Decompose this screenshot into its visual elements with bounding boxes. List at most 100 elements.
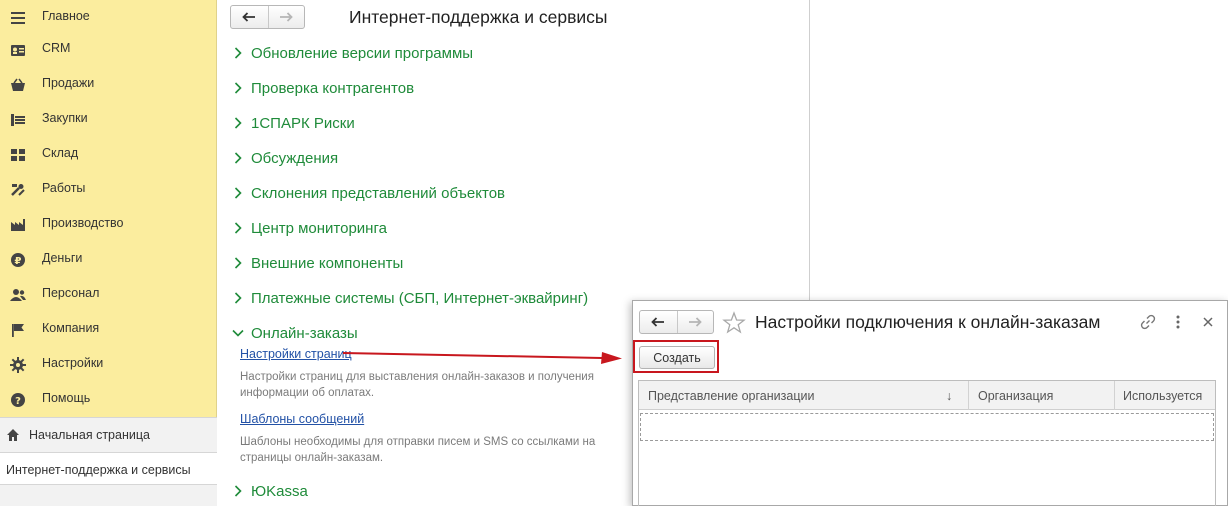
section-discussions[interactable]: Обсуждения <box>232 147 338 169</box>
section-label: Обновление версии программы <box>251 44 474 62</box>
message-templates-link[interactable]: Шаблоны сообщений <box>240 412 364 426</box>
arrow-right-icon <box>689 317 703 327</box>
sidebar-item-label: Производство <box>42 216 124 230</box>
sort-descending-icon[interactable]: ↓ <box>946 381 960 410</box>
cart-icon <box>9 111 27 129</box>
section-declensions[interactable]: Склонения представлений объектов <box>232 182 505 204</box>
section-label: Центр мониторинга <box>251 219 387 237</box>
home-page-link[interactable]: Начальная страница <box>0 418 217 451</box>
sidebar-item-purchases[interactable]: Закупки <box>0 102 217 137</box>
chevron-right-icon <box>232 256 244 270</box>
nav-buttons <box>230 5 305 29</box>
section-label: Обсуждения <box>251 149 339 167</box>
sidebar-item-main[interactable]: Главное <box>0 0 217 35</box>
sidebar-item-works[interactable]: Работы <box>0 172 217 207</box>
sidebar-item-label: Главное <box>42 9 90 23</box>
section-label: Платежные системы (СБП, Интернет-эквайри… <box>251 289 589 307</box>
column-header-organization[interactable]: Организация <box>978 381 1108 410</box>
sidebar-item-personnel[interactable]: Персонал <box>0 277 217 312</box>
table-header: Представление организации ↓ Организация … <box>639 381 1215 410</box>
favorite-star-icon[interactable] <box>722 311 746 335</box>
section-spark-risks[interactable]: 1СПАРК Риски <box>232 112 355 134</box>
back-button[interactable] <box>231 6 268 28</box>
message-templates-description: Шаблоны необходимы для отправки писем и … <box>240 436 596 464</box>
dialog-back-button[interactable] <box>640 311 677 333</box>
arrow-left-icon <box>242 12 256 22</box>
sidebar-item-label: Продажи <box>42 76 95 90</box>
svg-text:?: ? <box>15 396 21 407</box>
contact-card-icon <box>9 41 27 59</box>
sidebar-item-sales[interactable]: Продажи <box>0 67 217 102</box>
column-divider[interactable] <box>1114 381 1115 410</box>
tools-icon <box>9 181 27 199</box>
link-icon[interactable] <box>1138 312 1158 332</box>
sidebar-item-label: CRM <box>42 41 71 55</box>
sidebar-item-production[interactable]: Производство <box>0 207 217 242</box>
dialog-title: Настройки подключения к онлайн-заказам <box>755 312 1101 332</box>
section-label: Внешние компоненты <box>251 254 404 272</box>
gear-icon <box>9 356 27 374</box>
section-label: Онлайн-заказы <box>251 324 358 342</box>
section-external-components[interactable]: Внешние компоненты <box>232 252 403 274</box>
sidebar-item-crm[interactable]: CRM <box>0 32 217 67</box>
section-label: Проверка контрагентов <box>251 79 415 97</box>
create-button-highlight: Создать <box>633 340 719 373</box>
connection-settings-dialog: Настройки подключения к онлайн-заказам С… <box>632 300 1228 506</box>
sidebar-item-label: Склад <box>42 146 79 160</box>
chevron-right-icon <box>232 291 244 305</box>
warehouse-icon <box>9 146 27 164</box>
column-label: Используется <box>1123 388 1203 403</box>
sort-indicator: ↓ <box>946 388 953 403</box>
table-row[interactable] <box>640 413 1214 441</box>
people-icon <box>9 286 27 304</box>
chevron-right-icon <box>232 221 244 235</box>
sidebar-item-label: Настройки <box>42 356 104 370</box>
arrow-right-icon <box>280 12 294 22</box>
sidebar-item-warehouse[interactable]: Склад <box>0 137 217 172</box>
annotation-arrow <box>342 352 622 364</box>
help-icon: ? <box>9 391 27 409</box>
section-update[interactable]: Обновление версии программы <box>232 42 473 64</box>
ruble-icon: ₽ <box>9 251 27 269</box>
forward-button[interactable] <box>267 6 305 28</box>
column-header-org-presentation[interactable]: Представление организации <box>648 381 958 410</box>
open-window-label: Интернет-поддержка и сервисы <box>6 463 191 477</box>
open-window-tab[interactable]: Интернет-поддержка и сервисы <box>0 452 217 485</box>
section-payment-systems[interactable]: Платежные системы (СБП, Интернет-эквайри… <box>232 287 588 309</box>
svg-text:₽: ₽ <box>15 256 22 267</box>
sidebar-item-label: Деньги <box>42 251 83 265</box>
sidebar-windows-panel: Начальная страница Интернет-поддержка и … <box>0 417 217 506</box>
basket-icon <box>9 76 27 94</box>
menu-icon <box>9 9 27 27</box>
chevron-right-icon <box>232 186 244 200</box>
close-icon[interactable] <box>1198 312 1218 332</box>
section-label: Склонения представлений объектов <box>251 184 506 202</box>
section-monitoring-center[interactable]: Центр мониторинга <box>232 217 387 239</box>
chevron-right-icon <box>232 484 244 498</box>
section-online-orders[interactable]: Онлайн-заказы <box>232 322 358 344</box>
sidebar-item-label: Работы <box>42 181 86 195</box>
section-yookassa[interactable]: ЮKassa <box>232 480 308 502</box>
create-button[interactable]: Создать <box>639 346 715 369</box>
home-icon <box>6 428 20 442</box>
sidebar-item-label: Закупки <box>42 111 88 125</box>
sidebar-item-money[interactable]: ₽ Деньги <box>0 242 217 277</box>
more-options-icon[interactable] <box>1168 312 1188 332</box>
chevron-down-icon <box>232 326 244 340</box>
column-label: Организация <box>978 388 1054 403</box>
column-label: Представление организации <box>648 388 815 403</box>
organizations-table: Представление организации ↓ Организация … <box>638 380 1216 506</box>
dialog-nav-buttons <box>639 310 714 334</box>
sidebar-item-label: Персонал <box>42 286 100 300</box>
chevron-right-icon <box>232 116 244 130</box>
column-divider[interactable] <box>968 381 969 410</box>
dialog-forward-button[interactable] <box>676 311 714 333</box>
sidebar-item-settings[interactable]: Настройки <box>0 347 217 382</box>
sidebar-item-help[interactable]: ? Помощь <box>0 382 217 417</box>
column-header-used[interactable]: Используется <box>1123 381 1215 410</box>
section-label: ЮKassa <box>251 482 308 500</box>
sidebar-item-company[interactable]: Компания <box>0 312 217 347</box>
section-counterparty-check[interactable]: Проверка контрагентов <box>232 77 414 99</box>
flag-icon <box>9 321 27 339</box>
page-settings-link[interactable]: Настройки страниц <box>240 347 352 361</box>
